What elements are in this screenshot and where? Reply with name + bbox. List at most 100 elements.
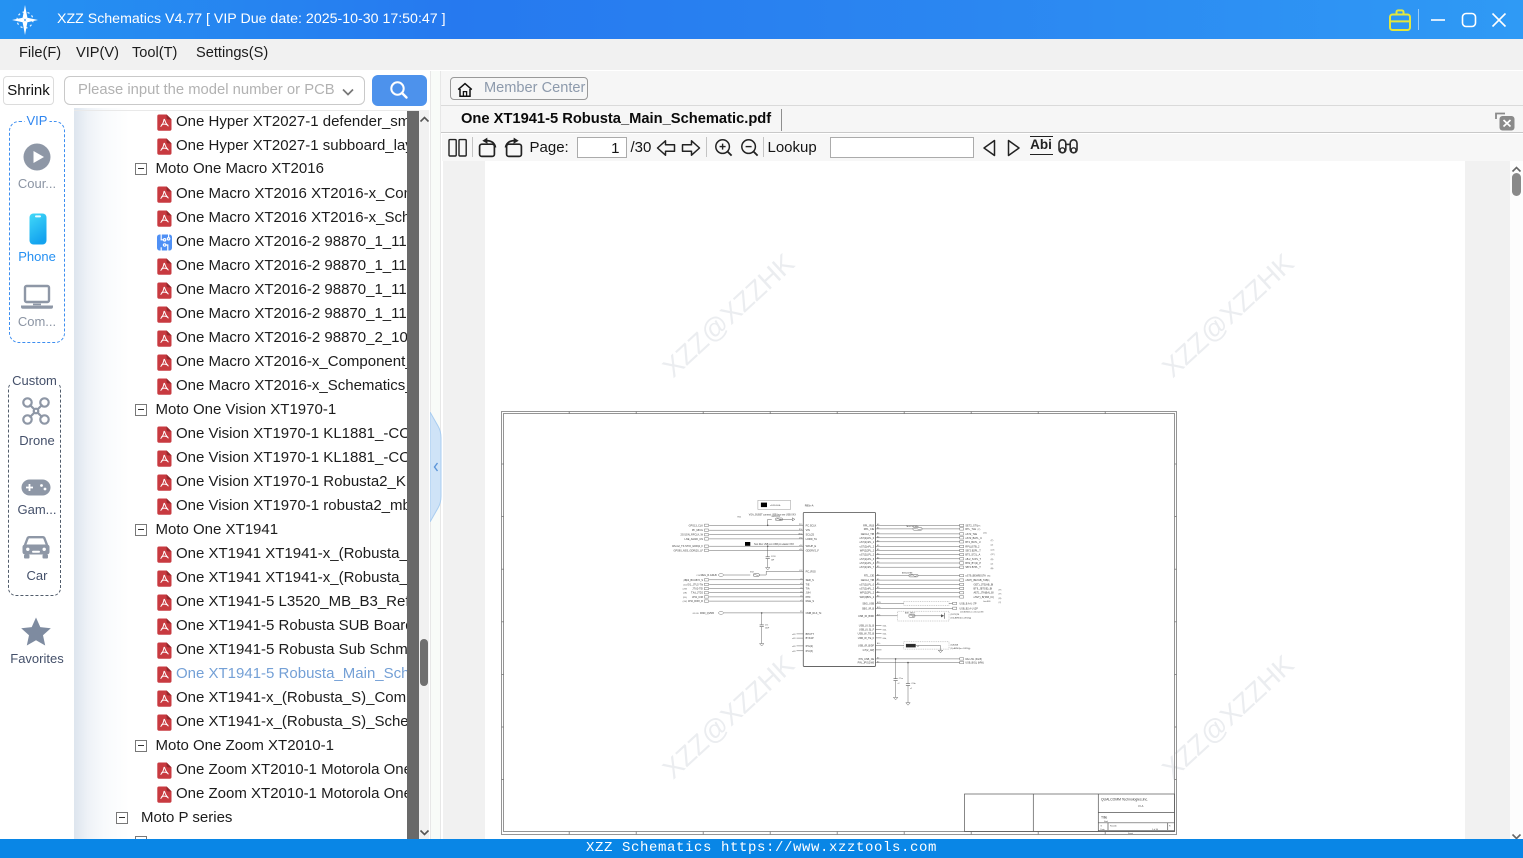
- svg-text:A5: A5: [877, 590, 879, 593]
- svg-text:A5: A5: [877, 578, 879, 581]
- svg-text:uS7(2)xPL_4: uS7(2)xPL_4: [860, 562, 875, 565]
- svg-text:G1/G5: G1/G5: [693, 613, 700, 615]
- svg-text:RND_QVNB: RND_QVNB: [700, 612, 714, 615]
- svg-text:A5: A5: [877, 523, 879, 526]
- svg-text:TIE: TIE: [806, 583, 810, 586]
- svg-text:x5: x5: [800, 600, 802, 602]
- svg-text:A5: A5: [877, 582, 879, 585]
- svg-text:A7k: A7k: [877, 614, 880, 617]
- svg-text:A7x: A7x: [877, 642, 880, 645]
- svg-text:PC_RSG: PC_RSG: [806, 570, 816, 573]
- svg-text:SER_S: SER_S: [806, 579, 815, 582]
- svg-text:F5: F5: [800, 611, 802, 613]
- svg-text:Sxxxt: Sxxxt: [1128, 832, 1133, 835]
- svg-text:R80x-A: R80x-A: [805, 504, 814, 508]
- svg-text:G4b,: G4b,: [883, 634, 888, 636]
- svg-text:(5G)-BMW.I(U+1.8XX)g): (5G)-BMW.I(U+1.8XX)g): [951, 618, 972, 620]
- svg-text:USB_BGL) (MW): USB_BGL) (MW): [965, 662, 984, 665]
- svg-text:uS7(2)LPL_2: uS7(2)LPL_2: [859, 554, 874, 557]
- svg-text:(P): (P): [991, 540, 994, 542]
- svg-text:C7x: C7x: [765, 624, 768, 626]
- svg-text:(2G): (2G): [683, 597, 687, 599]
- svg-text:x54: x54: [799, 545, 802, 547]
- svg-text:(2P): (2P): [991, 554, 995, 556]
- svg-text:Title: Title: [1101, 816, 1107, 820]
- svg-text:A5: A5: [877, 540, 879, 543]
- svg-text:A5: A5: [877, 565, 879, 568]
- svg-text:(2): (2): [991, 545, 994, 547]
- svg-text:LORD_TA: LORD_TA: [806, 538, 818, 541]
- svg-text:USB_W_TE_F: USB_W_TE_F: [858, 637, 875, 640]
- svg-text:A5: A5: [877, 552, 879, 555]
- svg-text:x4R: x4R: [792, 634, 796, 636]
- svg-text:A5: A5: [877, 586, 879, 589]
- svg-text:(P): (P): [987, 580, 990, 582]
- svg-text:WKUP_E: WKUP_E: [806, 545, 817, 548]
- svg-text:uS7(2)LPL_0: uS7(2)LPL_0: [859, 584, 874, 587]
- svg-text:SB"2.B2PL_T: SB"2.B2PL_T: [965, 549, 981, 552]
- svg-text:(JW): (JW): [683, 601, 688, 603]
- svg-text:XXX: XXX: [750, 572, 755, 574]
- svg-text:USB_B.A-U (7P: USB_B.A-U (7P: [960, 602, 977, 605]
- svg-text:PIN_USB_CE: PIN_USB_CE: [859, 658, 875, 661]
- svg-text:JPI2_RIP2_R: JPI2_RIP2_R: [688, 600, 703, 603]
- svg-text:uS72_BATL_U: uS72_BATL_U: [965, 537, 982, 540]
- svg-text:TXd_JTD2: TXd_JTD2: [691, 592, 704, 595]
- svg-text:x2: x2: [917, 646, 919, 648]
- svg-text:G4b,: G4b,: [883, 625, 888, 627]
- svg-text:(P): (P): [999, 594, 1002, 596]
- svg-text:Rxxxnb: Rxxxnb: [1110, 826, 1118, 828]
- svg-text:GECL2_TIB: GECL2_TIB: [861, 579, 875, 582]
- svg-text:x5: x5: [800, 583, 802, 585]
- svg-text:(22): (22): [983, 533, 987, 535]
- svg-text:IPG(2): IPG(2): [806, 645, 814, 648]
- svg-text:TXd_BUU872_S: TXd_BUU872_S: [685, 579, 704, 582]
- svg-text:x2: x2: [898, 683, 900, 685]
- svg-text:B7: B7: [877, 661, 879, 663]
- svg-text:x54: x54: [799, 549, 802, 551]
- svg-text:G4b,: G4b,: [883, 638, 888, 640]
- svg-text:xFWB-BGA: xFWB-BGA: [770, 504, 781, 507]
- svg-text:PC.SCLK: PC.SCLK: [806, 524, 817, 527]
- svg-text:uS7(2)nPL_2: uS7(2)nPL_2: [859, 588, 874, 591]
- svg-text:SBG_IR_B: SBG_IR_B: [862, 607, 875, 610]
- svg-text:JPI2_CIM: JPI2_CIM: [692, 596, 703, 599]
- svg-text:USB_IR_BIDF: USB_IR_BIDF: [858, 615, 875, 618]
- svg-text:GPS90_NSS_GDR(20_LF: GPS90_NSS_GDR(20_LF: [674, 549, 704, 552]
- svg-text:IPU(3): IPU(3): [806, 650, 813, 653]
- svg-text:XZZ@XZZHK: XZZ@XZZHK: [1156, 248, 1299, 383]
- svg-text:1 xf 30: 1 xf 30: [1152, 829, 1159, 831]
- svg-text:A5: A5: [877, 548, 879, 551]
- svg-text:(P): (P): [978, 529, 981, 531]
- svg-text:uS67)_BEYAB_TAB: uS67)_BEYAB_TAB: [965, 579, 988, 582]
- svg-text:A5: A5: [877, 544, 879, 547]
- svg-text:C703: C703: [771, 556, 776, 558]
- svg-text:(36): (36): [683, 580, 687, 582]
- svg-text:ASE_GELIT: ASE_GELIT: [905, 611, 916, 614]
- svg-text:A5: A5: [877, 527, 879, 530]
- svg-text:GDDRV2_F: GDDRV2_F: [806, 549, 820, 552]
- svg-text:JUH: JUH: [806, 592, 811, 595]
- svg-text:x5: x5: [800, 579, 802, 581]
- svg-text:(2): (2): [991, 564, 994, 566]
- svg-text:JTU2-TEI: JTU2-TEI: [692, 588, 703, 591]
- svg-text:WP(2)BPL_2: WP(2)BPL_2: [860, 596, 875, 599]
- svg-text:P55: P55: [799, 524, 802, 526]
- svg-text:10nF: 10nF: [765, 628, 770, 630]
- svg-text:RP(L)S7B_2: RP(L)S7B_2: [965, 546, 980, 549]
- svg-text:(P): (P): [999, 590, 1002, 592]
- svg-text:x4R: x4R: [792, 638, 796, 640]
- svg-text:ABG(22)TAB: ABG(22)TAB: [902, 572, 913, 575]
- svg-text:B7: B7: [877, 658, 879, 660]
- svg-text:PHF: PHF: [806, 596, 811, 599]
- svg-text:CMB_RLK_7k: CMB_RLK_7k: [806, 612, 823, 615]
- svg-text:R54: R54: [799, 529, 802, 531]
- svg-text:GI1_JTU2-TIk: GI1_JTU2-TIk: [687, 583, 703, 586]
- svg-text:S: S: [1101, 826, 1103, 828]
- svg-text:10F: 10F: [771, 559, 775, 561]
- svg-text:GET)_JTE(AB_BI: GET)_JTE(AB_BI: [974, 584, 994, 587]
- svg-text:USB_B2.A-U (2P: USB_B2.A-U (2P: [960, 607, 979, 610]
- svg-text:uS7(2)LPL_0: uS7(2)LPL_0: [859, 537, 874, 540]
- svg-text:0402/XXX: 0402/XXX: [772, 516, 781, 518]
- svg-text:USB_(U.S)_B: USB_(U.S)_B: [859, 624, 875, 627]
